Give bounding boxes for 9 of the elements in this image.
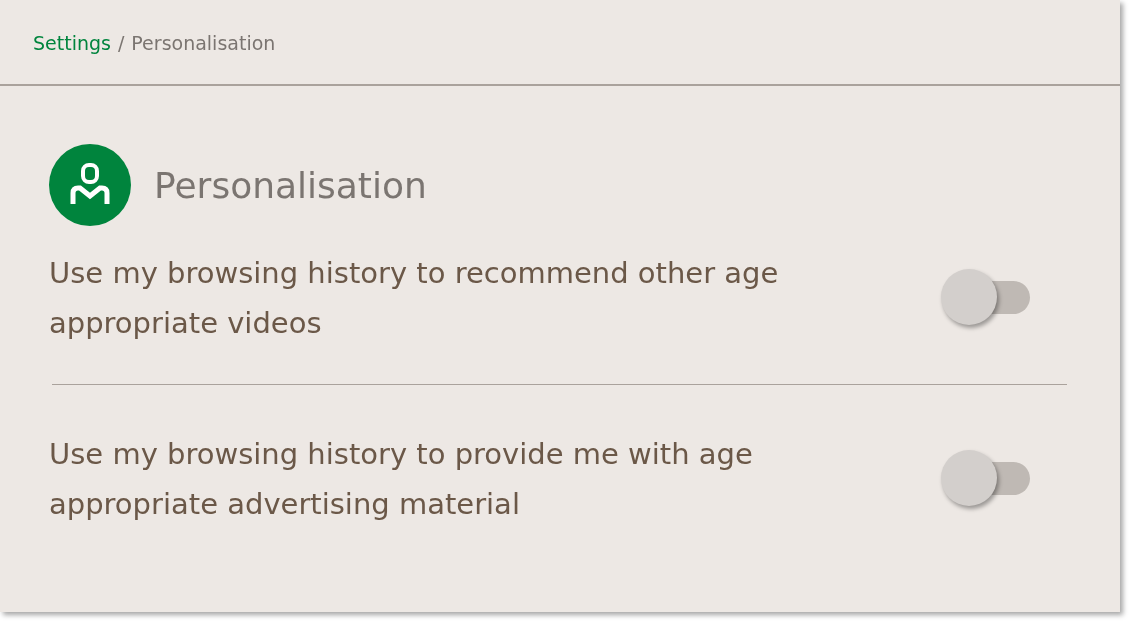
breadcrumb-current: Personalisation <box>131 32 276 54</box>
setting-label: Use my browsing history to provide me with age appropriate advertising material <box>49 436 754 523</box>
toggle-switch[interactable] <box>941 450 1031 508</box>
toggle-switch[interactable] <box>941 269 1031 327</box>
section-title: Personalisation <box>154 164 427 206</box>
breadcrumb-link[interactable]: Settings <box>33 32 111 54</box>
person-icon <box>49 144 131 226</box>
setting-label: Use my browsing history to recommend other age appropriate videos <box>49 255 780 342</box>
breadcrumb-separator: / <box>117 32 125 54</box>
